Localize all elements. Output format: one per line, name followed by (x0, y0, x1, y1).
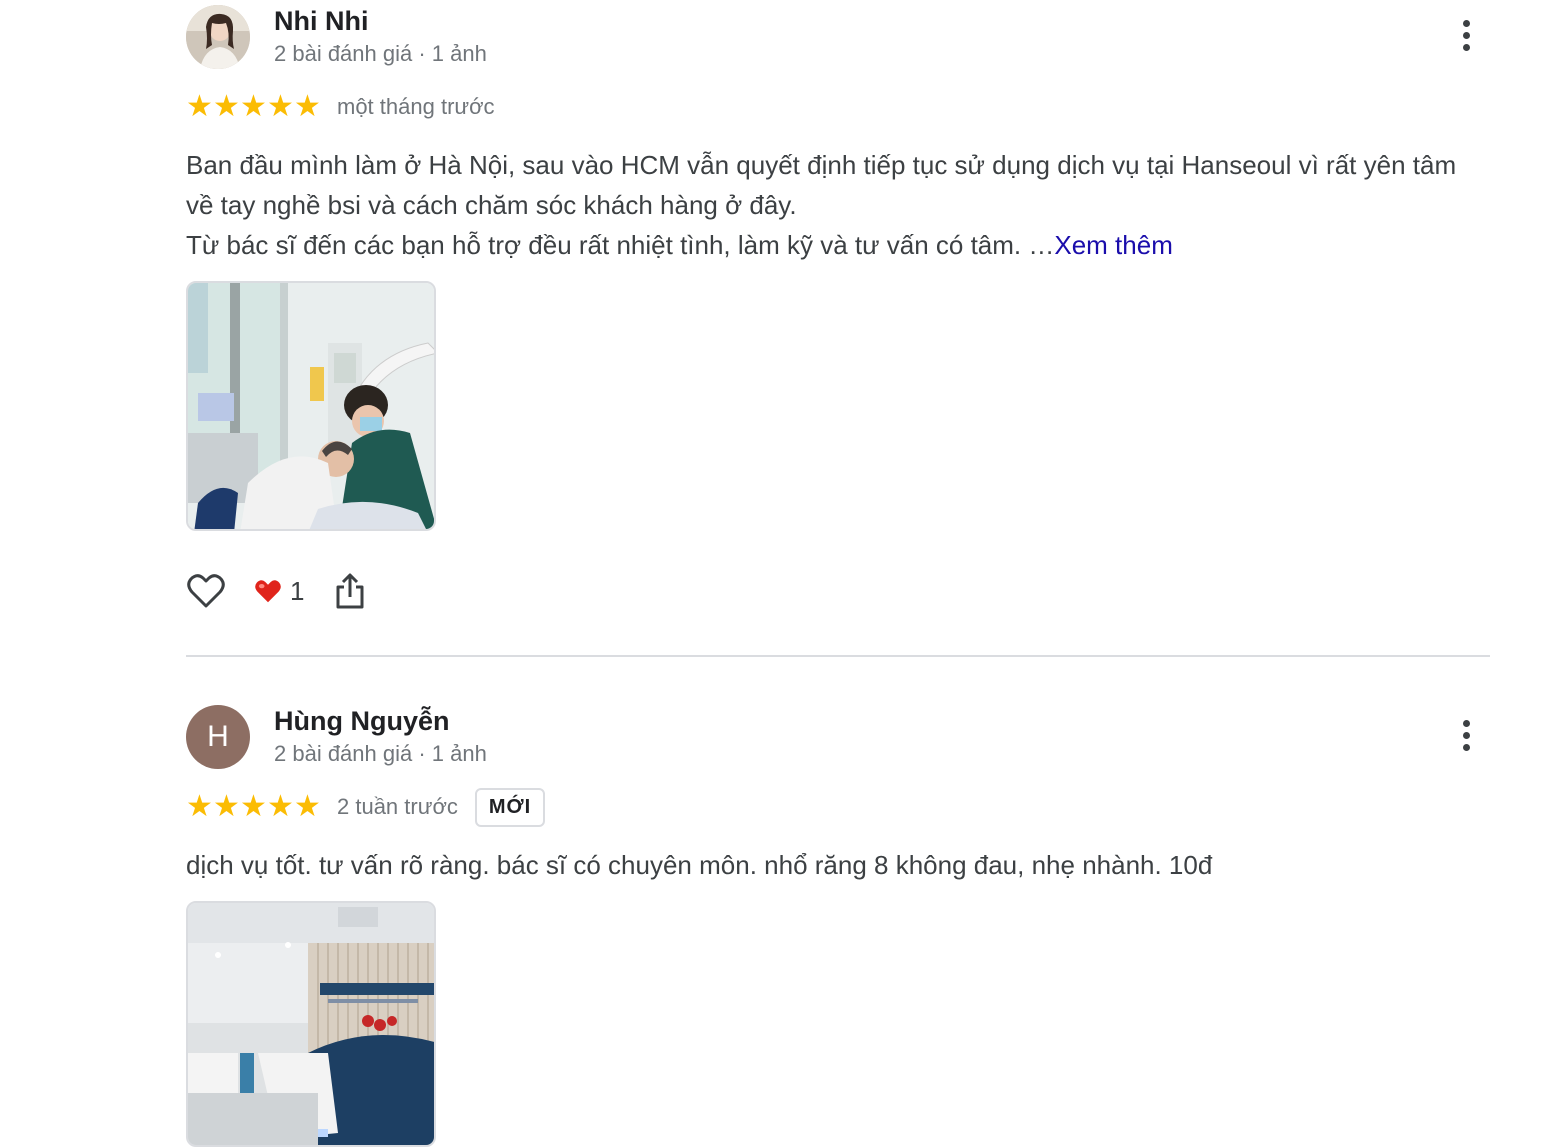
see-more-link[interactable]: Xem thêm (1054, 230, 1173, 260)
star-icon: ★ (294, 790, 321, 823)
star-icon: ★ (186, 790, 213, 823)
review-text: Ban đầu mình làm ở Hà Nội, sau vào HCM v… (186, 145, 1476, 265)
review-date: một tháng trước (337, 94, 495, 119)
new-badge: MỚI (474, 787, 546, 827)
author-meta: 2 bài đánh giá · 1 ảnh (274, 41, 487, 66)
review-text-line: Từ bác sĩ đến các bạn hỗ trợ đều rất nhi… (186, 230, 1055, 260)
avatar-letter: H (207, 720, 229, 753)
review-photo[interactable] (186, 281, 436, 531)
author-name[interactable]: Nhi Nhi (274, 6, 369, 37)
more-options-icon[interactable] (1456, 20, 1476, 56)
star-icon: ★ (294, 90, 321, 123)
heart-filled-icon (255, 580, 281, 603)
star-rating: ★ ★ ★ ★ ★ (186, 92, 321, 122)
review-divider (186, 655, 1490, 657)
review-photo[interactable] (186, 901, 436, 1147)
reaction-summary[interactable]: 1 (254, 576, 304, 607)
avatar[interactable] (186, 5, 250, 69)
avatar[interactable]: H (186, 705, 250, 769)
review-text: dịch vụ tốt. tư vấn rõ ràng. bác sĩ có c… (186, 850, 1213, 880)
author-name[interactable]: Hùng Nguyễn (274, 706, 450, 737)
avatar-photo (186, 5, 250, 69)
star-icon: ★ (267, 790, 294, 823)
rating-row: ★ ★ ★ ★ ★ một tháng trước (186, 92, 495, 122)
review-actions: 1 (186, 571, 366, 611)
author-meta: 2 bài đánh giá · 1 ảnh (274, 741, 487, 766)
star-icon: ★ (240, 790, 267, 823)
star-icon: ★ (186, 90, 213, 123)
share-icon[interactable] (334, 571, 366, 611)
rating-row: ★ ★ ★ ★ ★ 2 tuần trước MỚI (186, 787, 546, 827)
clinic-reception-photo (188, 903, 434, 1145)
star-icon: ★ (213, 90, 240, 123)
reaction-count: 1 (290, 575, 305, 606)
star-rating: ★ ★ ★ ★ ★ (186, 792, 321, 822)
heart-outline-icon[interactable] (186, 571, 226, 611)
review-text-line: Ban đầu mình làm ở Hà Nội, sau vào HCM v… (186, 150, 1457, 220)
star-icon: ★ (240, 90, 267, 123)
dental-clinic-photo (188, 283, 434, 529)
star-icon: ★ (267, 90, 294, 123)
review-date: 2 tuần trước (337, 794, 458, 819)
star-icon: ★ (213, 790, 240, 823)
more-options-icon[interactable] (1456, 720, 1476, 756)
